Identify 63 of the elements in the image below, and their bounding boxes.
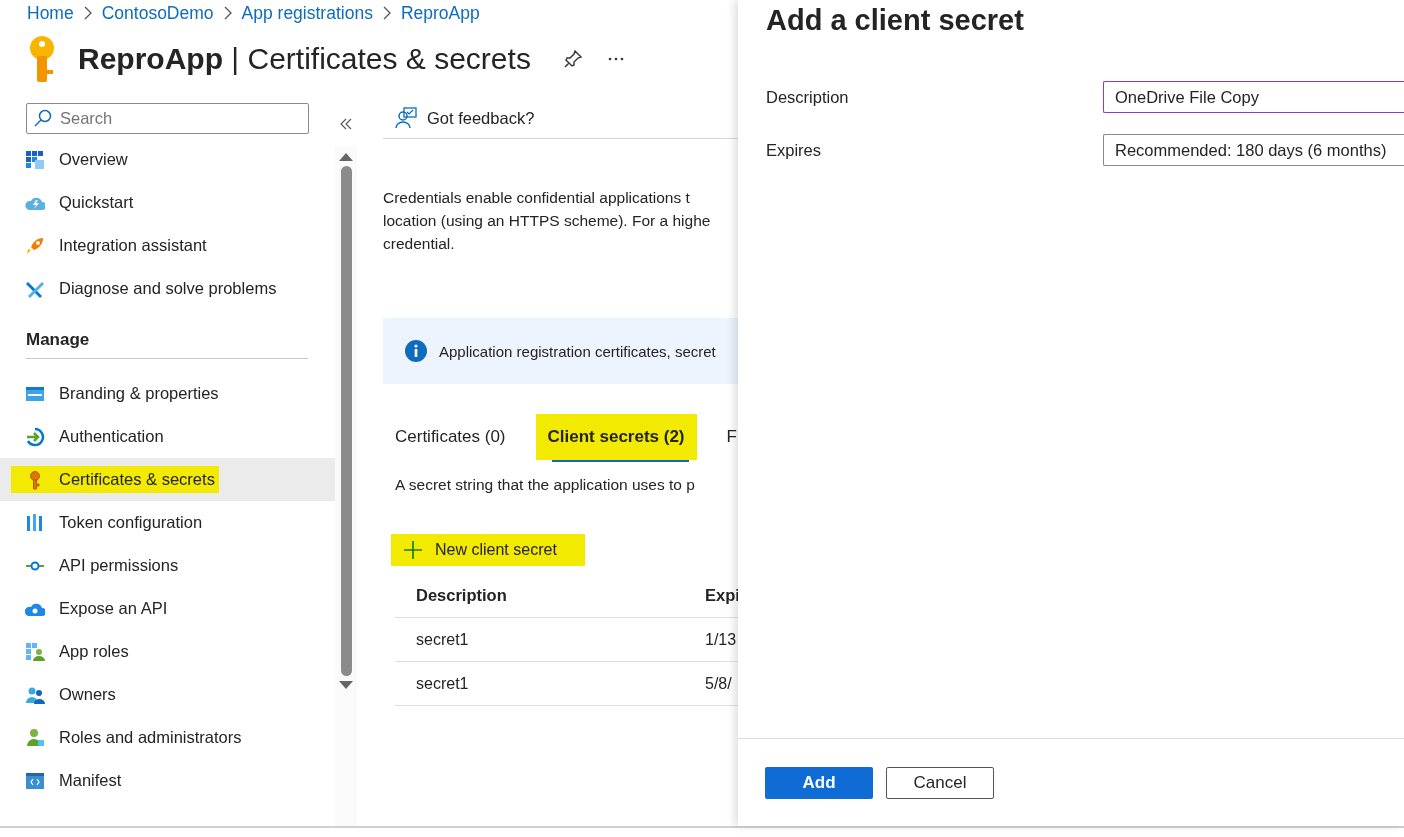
info-text: Application registration certificates, secret: [439, 342, 716, 360]
more-icon: [606, 56, 625, 62]
sidebar-item[interactable]: Token configuration: [0, 501, 335, 544]
rocket-icon: [25, 235, 45, 256]
tab[interactable]: Certificates (0): [383, 414, 518, 460]
sidebar-item[interactable]: Quickstart: [0, 181, 335, 224]
sidebar-item[interactable]: Diagnose and solve problems: [0, 267, 335, 310]
table-cell-text: 1/13: [704, 630, 738, 649]
sidebar-item[interactable]: Authentication: [0, 415, 335, 458]
description-text: Credentials enable confidential applications t location (using an HTTPS scheme). For a highe credential.: [383, 188, 712, 254]
add-button[interactable]: Add: [765, 766, 873, 799]
search-field[interactable]: Search: [26, 102, 309, 134]
section-heading: Manage: [25, 329, 91, 351]
chevron-icon: [223, 6, 232, 20]
breadcrumb-link[interactable]: App registrations: [241, 2, 373, 24]
code-file-icon: [25, 770, 45, 791]
breadcrumb-link[interactable]: ContosoDemo: [101, 2, 214, 24]
sidebar-item[interactable]: Roles and administrators: [0, 716, 335, 759]
input-field[interactable]: OneDrive File Copy: [1103, 81, 1404, 113]
pin-icon: [562, 49, 583, 69]
sign-in-icon: [25, 426, 45, 447]
chevron-icon: [83, 6, 92, 20]
tab-description: A secret string that the application uses to p: [394, 476, 696, 494]
double-chevron-icon: [340, 118, 352, 130]
sidebar-item[interactable]: Manifest: [0, 759, 335, 802]
new-client-secret-button[interactable]: New client secret: [391, 534, 585, 566]
sidebar-item[interactable]: Overview: [0, 138, 335, 181]
table-cell-text: 5/8/: [704, 674, 733, 693]
breadcrumb-link[interactable]: ReproApp: [400, 2, 480, 24]
page-title: ReproApp | Certificates & secrets: [78, 42, 531, 76]
info-icon: [405, 340, 427, 362]
breadcrumb-link[interactable]: Home: [27, 2, 74, 24]
collapse-button[interactable]: [338, 116, 354, 132]
feedback-person-icon: [395, 107, 417, 129]
field-label: Description: [766, 87, 850, 107]
table-cell-text: secret1: [415, 674, 470, 693]
search-icon: [34, 108, 52, 127]
sidebar-item[interactable]: Certificates & secrets: [0, 458, 335, 501]
sidebar-item[interactable]: Integration assistant: [0, 224, 335, 267]
column-header: Description: [415, 586, 508, 605]
scrollbar[interactable]: [335, 146, 357, 826]
panel-title: Add a client secret: [765, 3, 1025, 38]
scroll-down-icon: [339, 680, 353, 690]
sidebar-item[interactable]: Expose an API: [0, 587, 335, 630]
sidebar-item[interactable]: App roles: [0, 630, 335, 673]
scroll-up-icon: [339, 152, 353, 162]
grid-icon: [25, 149, 45, 170]
bars-icon: [25, 512, 45, 533]
sidebar-item[interactable]: Branding & properties: [0, 372, 335, 415]
feedback-button[interactable]: Got feedback?: [395, 107, 535, 129]
tab[interactable]: F: [714, 414, 738, 460]
sidebar-item[interactable]: API permissions: [0, 544, 335, 587]
plus-icon: [403, 540, 423, 560]
person-icon: [25, 727, 45, 748]
grid-person-icon: [25, 641, 45, 662]
tab[interactable]: Client secrets (2): [535, 414, 697, 460]
cancel-button[interactable]: Cancel: [886, 766, 994, 799]
field-label: Expires: [766, 140, 823, 160]
column-header: Expi: [704, 586, 738, 605]
table-cell-text: secret1: [415, 630, 470, 649]
chevron-icon: [382, 6, 391, 20]
sidebar-item[interactable]: Owners: [0, 673, 335, 716]
dropdown-field[interactable]: Recommended: 180 days (6 months): [1103, 134, 1404, 166]
